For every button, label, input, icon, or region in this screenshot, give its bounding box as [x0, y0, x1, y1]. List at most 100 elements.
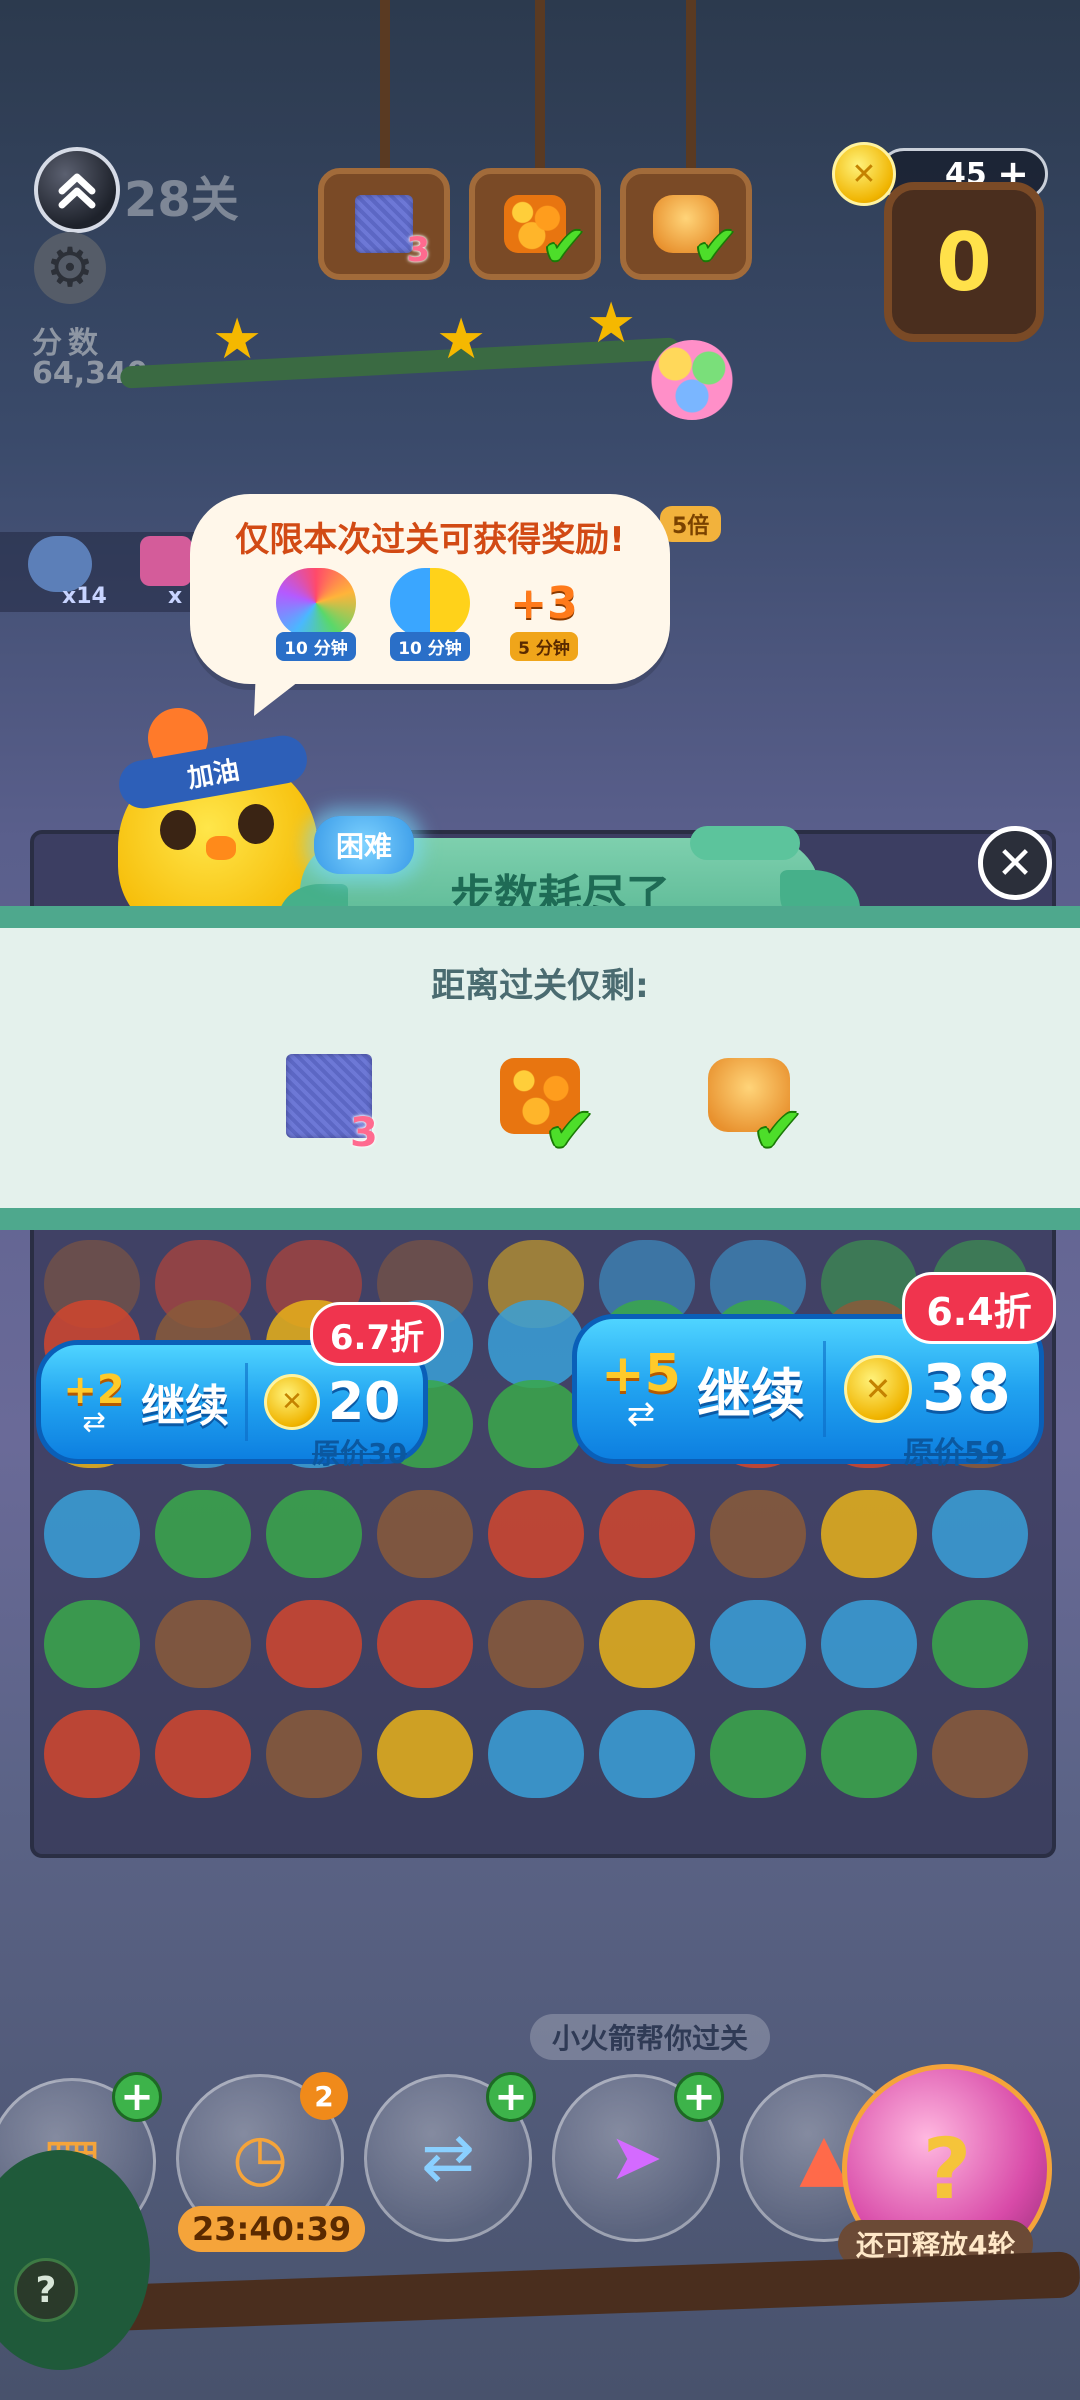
chick-eye: [238, 804, 274, 844]
difficulty-tag: 困难: [314, 816, 414, 874]
missile-icon: ▲: [799, 2121, 849, 2195]
board-piece: [155, 1600, 251, 1688]
difficulty-text: 困难: [335, 830, 392, 863]
board-piece: [599, 1490, 695, 1578]
pink-block-icon: [140, 536, 192, 586]
check-icon: ✔: [544, 1094, 596, 1167]
rope: [535, 0, 545, 170]
plus3-moves-icon: +3: [504, 568, 584, 638]
close-button[interactable]: ✕: [978, 826, 1052, 900]
add-booster-icon[interactable]: +: [486, 2072, 536, 2122]
swap-icon: ⇄: [421, 2121, 475, 2195]
collected-count-1: x14: [62, 584, 107, 609]
help-button[interactable]: ?: [14, 2258, 78, 2322]
goal-count: 3: [350, 1110, 378, 1156]
add-booster-icon[interactable]: +: [674, 2072, 724, 2122]
star-icon: ★: [212, 307, 263, 372]
chick-eye: [160, 810, 196, 850]
rocket-icon: ➤: [609, 2121, 663, 2195]
board-piece: [377, 1710, 473, 1798]
hint-text: 小火箭帮你过关: [552, 2022, 749, 2055]
reward-tag: 10 分钟: [276, 632, 356, 661]
booster-count: 2: [314, 2079, 334, 2113]
continue-price: 38: [922, 1352, 1012, 1426]
swap-chick-icon: [390, 568, 470, 638]
panel-goal-blue-tile: 3: [286, 1054, 386, 1156]
rope: [686, 0, 696, 170]
board-piece: [599, 1710, 695, 1798]
chick-beak: [206, 836, 236, 860]
board-piece: [710, 1600, 806, 1688]
add-booster-icon[interactable]: +: [112, 2072, 162, 2122]
board-piece: [488, 1300, 584, 1388]
coin-icon: ✕: [832, 142, 896, 206]
moves-counter: 0: [884, 182, 1044, 342]
reward-tag: 10 分钟: [390, 632, 470, 661]
clock-icon: ◷: [232, 2121, 288, 2195]
collapse-button[interactable]: [34, 147, 120, 233]
board-piece: [599, 1600, 695, 1688]
discount-text: 6.7折: [329, 1317, 425, 1358]
bottom-vine: [0, 2251, 1080, 2335]
original-price: 原价59: [904, 1436, 1006, 1471]
board-piece: [155, 1710, 251, 1798]
board-piece: [377, 1490, 473, 1578]
divider: [245, 1363, 248, 1441]
coin-icon: ✕: [264, 1374, 320, 1430]
board-piece: [377, 1600, 473, 1688]
check-icon: ✔: [692, 215, 738, 278]
star-icon: ★: [436, 307, 487, 372]
board-piece: [266, 1710, 362, 1798]
vine-curl: [690, 826, 800, 860]
board-piece: [266, 1490, 362, 1578]
gear-icon: ⚙: [45, 236, 95, 299]
plus3-label: +3: [510, 577, 578, 629]
board-piece: [821, 1490, 917, 1578]
board-piece: [488, 1710, 584, 1798]
board-piece: [488, 1380, 584, 1468]
coin-icon: ✕: [844, 1355, 912, 1423]
level-number: 28关: [124, 172, 239, 228]
board-piece: [44, 1710, 140, 1798]
board-piece: [710, 1490, 806, 1578]
headband-text: 加油: [185, 755, 242, 794]
discount-text: 6.4折: [926, 1289, 1032, 1334]
board-piece: [932, 1600, 1028, 1688]
blue-tile-icon: [355, 195, 413, 253]
timer-text: 23:40:39: [192, 2210, 352, 2248]
board-piece: [710, 1710, 806, 1798]
booster-timer: 23:40:39: [178, 2206, 366, 2252]
plus-moves-badge: +5 ⇄: [591, 1344, 691, 1434]
check-icon: ✔: [752, 1094, 804, 1167]
goal-slot-blue-tile: 3: [318, 168, 450, 280]
board-piece: [932, 1490, 1028, 1578]
continue-label: 继续: [141, 1381, 229, 1432]
multiplier-text: 5倍: [672, 514, 710, 539]
booster-count-badge: 2: [300, 2072, 348, 2120]
continue-price: 20: [328, 1372, 401, 1432]
check-icon: ✔: [541, 215, 587, 278]
panel-goal-cake-block: ✔: [708, 1058, 818, 1167]
settings-button[interactable]: ⚙: [34, 232, 106, 304]
flower-balloon-icon: [650, 340, 734, 420]
star-icon: ★: [586, 291, 637, 356]
continue-label: 继续: [697, 1362, 805, 1426]
board-piece: [44, 1490, 140, 1578]
board-piece: [266, 1600, 362, 1688]
panel-goal-orange-block: ✔: [500, 1058, 610, 1167]
reward-tag: 5 分钟: [510, 632, 578, 661]
help-icon: ?: [35, 2269, 57, 2311]
reward-title: 仅限本次过关可获得奖励!: [235, 520, 625, 560]
rope: [380, 0, 390, 170]
hint-pill: 小火箭帮你过关: [530, 2014, 771, 2060]
board-piece: [932, 1710, 1028, 1798]
rainbow-bird-icon: [276, 568, 356, 638]
board-piece: [488, 1600, 584, 1688]
reward-swap-chick: 10 分钟: [384, 568, 476, 661]
question-icon: ?: [922, 2120, 972, 2218]
close-icon: ✕: [996, 837, 1034, 889]
original-price: 原价30: [312, 1437, 407, 1470]
board-piece: [488, 1490, 584, 1578]
panel-top-band: [0, 906, 1080, 928]
goal-slot-cake-block: ✔: [620, 168, 752, 280]
